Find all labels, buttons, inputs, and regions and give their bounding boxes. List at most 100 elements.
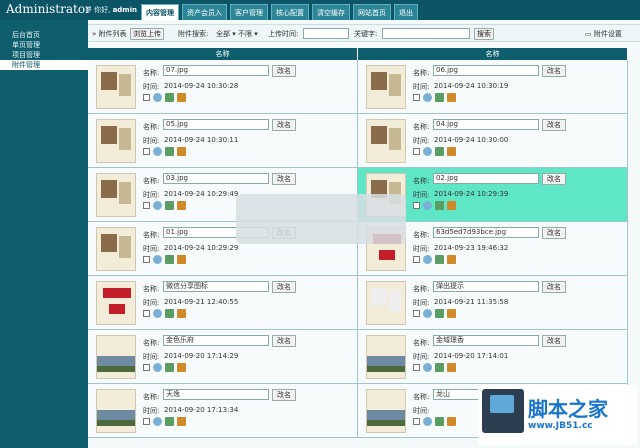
attachment-name-input[interactable]: 06.jpg (433, 65, 539, 76)
attachment-thumbnail[interactable] (96, 281, 136, 325)
edit-icon[interactable] (165, 417, 174, 426)
view-icon[interactable] (153, 309, 162, 318)
rename-button[interactable]: 改名 (542, 119, 566, 131)
view-icon[interactable] (423, 201, 432, 210)
delete-icon[interactable] (177, 417, 186, 426)
nav-tab[interactable]: 内容管理 (141, 4, 179, 20)
delete-icon[interactable] (447, 255, 456, 264)
select-checkbox[interactable] (413, 310, 420, 317)
delete-icon[interactable] (177, 309, 186, 318)
rename-button[interactable]: 改名 (272, 389, 296, 401)
edit-icon[interactable] (165, 309, 174, 318)
view-icon[interactable] (423, 309, 432, 318)
select-checkbox[interactable] (143, 310, 150, 317)
select-checkbox[interactable] (413, 148, 420, 155)
attachment-name-input[interactable]: 07.jpg (163, 65, 269, 76)
select-checkbox[interactable] (143, 256, 150, 263)
attachment-name-input[interactable]: 63d5ed7d93bce.jpg (433, 227, 539, 238)
view-icon[interactable] (153, 417, 162, 426)
nav-tab[interactable]: 资产会员入 (182, 4, 227, 20)
view-icon[interactable] (423, 147, 432, 156)
edit-icon[interactable] (165, 363, 174, 372)
attachment-thumbnail[interactable] (366, 281, 406, 325)
attachment-name-input[interactable]: 05.jpg (163, 119, 269, 130)
view-icon[interactable] (153, 147, 162, 156)
rename-button[interactable]: 改名 (542, 335, 566, 347)
rename-button[interactable]: 改名 (272, 65, 296, 77)
view-icon[interactable] (423, 93, 432, 102)
delete-icon[interactable] (177, 201, 186, 210)
select-checkbox[interactable] (413, 256, 420, 263)
attachment-thumbnail[interactable] (366, 389, 406, 433)
edit-icon[interactable] (435, 363, 444, 372)
attachment-thumbnail[interactable] (96, 389, 136, 433)
select-checkbox[interactable] (143, 94, 150, 101)
attachment-thumbnail[interactable] (96, 173, 136, 217)
delete-icon[interactable] (177, 255, 186, 264)
nav-tab[interactable]: 核心配置 (271, 4, 309, 20)
rename-button[interactable]: 改名 (272, 119, 296, 131)
view-icon[interactable] (423, 417, 432, 426)
attachment-thumbnail[interactable] (366, 65, 406, 109)
select-checkbox[interactable] (143, 148, 150, 155)
upload-time-input[interactable] (303, 28, 349, 39)
delete-icon[interactable] (177, 147, 186, 156)
delete-icon[interactable] (447, 417, 456, 426)
rename-button[interactable]: 改名 (272, 173, 296, 185)
edit-icon[interactable] (165, 255, 174, 264)
view-icon[interactable] (423, 363, 432, 372)
delete-icon[interactable] (447, 363, 456, 372)
view-icon[interactable] (153, 255, 162, 264)
filter-select[interactable]: 全部 ▾ 不限 ▾ (216, 29, 258, 39)
attachment-name-input[interactable]: 金域璟香 (433, 335, 539, 346)
rename-button[interactable]: 改名 (542, 173, 566, 185)
select-checkbox[interactable] (143, 364, 150, 371)
sidebar-item[interactable]: 单页管理 (0, 40, 88, 50)
rename-button[interactable]: 改名 (542, 65, 566, 77)
attachment-thumbnail[interactable] (366, 335, 406, 379)
rename-button[interactable]: 改名 (272, 335, 296, 347)
edit-icon[interactable] (435, 201, 444, 210)
attachment-settings-link[interactable]: ▭ 附件设置 (585, 29, 622, 39)
nav-tab[interactable]: 清空缓存 (312, 4, 350, 20)
delete-icon[interactable] (447, 309, 456, 318)
select-checkbox[interactable] (143, 418, 150, 425)
attachment-name-input[interactable]: 02.jpg (433, 173, 539, 184)
view-icon[interactable] (153, 201, 162, 210)
sidebar-item[interactable]: 后台首页 (0, 30, 88, 40)
nav-tab[interactable]: 网站首页 (353, 4, 391, 20)
nav-tab[interactable]: 客户管理 (230, 4, 268, 20)
view-icon[interactable] (153, 363, 162, 372)
select-checkbox[interactable] (413, 364, 420, 371)
search-button[interactable]: 搜索 (474, 28, 494, 40)
attachment-thumbnail[interactable] (96, 335, 136, 379)
select-checkbox[interactable] (413, 202, 420, 209)
attachment-name-input[interactable]: 微信分享图标 (163, 281, 269, 292)
attachment-thumbnail[interactable] (96, 65, 136, 109)
edit-icon[interactable] (165, 201, 174, 210)
edit-icon[interactable] (435, 93, 444, 102)
select-checkbox[interactable] (143, 202, 150, 209)
nav-tab[interactable]: 退出 (394, 4, 418, 20)
delete-icon[interactable] (447, 201, 456, 210)
select-checkbox[interactable] (413, 94, 420, 101)
view-icon[interactable] (153, 93, 162, 102)
delete-icon[interactable] (447, 147, 456, 156)
attachment-name-input[interactable]: 弹出提示 (433, 281, 539, 292)
edit-icon[interactable] (165, 93, 174, 102)
attachment-name-input[interactable]: 03.jpg (163, 173, 269, 184)
edit-icon[interactable] (435, 309, 444, 318)
sidebar-item[interactable]: 项目管理 (0, 50, 88, 60)
edit-icon[interactable] (435, 255, 444, 264)
select-checkbox[interactable] (413, 418, 420, 425)
attachment-thumbnail[interactable] (366, 119, 406, 163)
attachment-name-input[interactable]: 天逸 (163, 389, 269, 400)
rename-button[interactable]: 改名 (542, 227, 566, 239)
delete-icon[interactable] (177, 363, 186, 372)
delete-icon[interactable] (177, 93, 186, 102)
attachment-name-input[interactable]: 金色乐府 (163, 335, 269, 346)
edit-icon[interactable] (165, 147, 174, 156)
attachment-thumbnail[interactable] (96, 119, 136, 163)
delete-icon[interactable] (447, 93, 456, 102)
attachment-name-input[interactable]: 04.jpg (433, 119, 539, 130)
